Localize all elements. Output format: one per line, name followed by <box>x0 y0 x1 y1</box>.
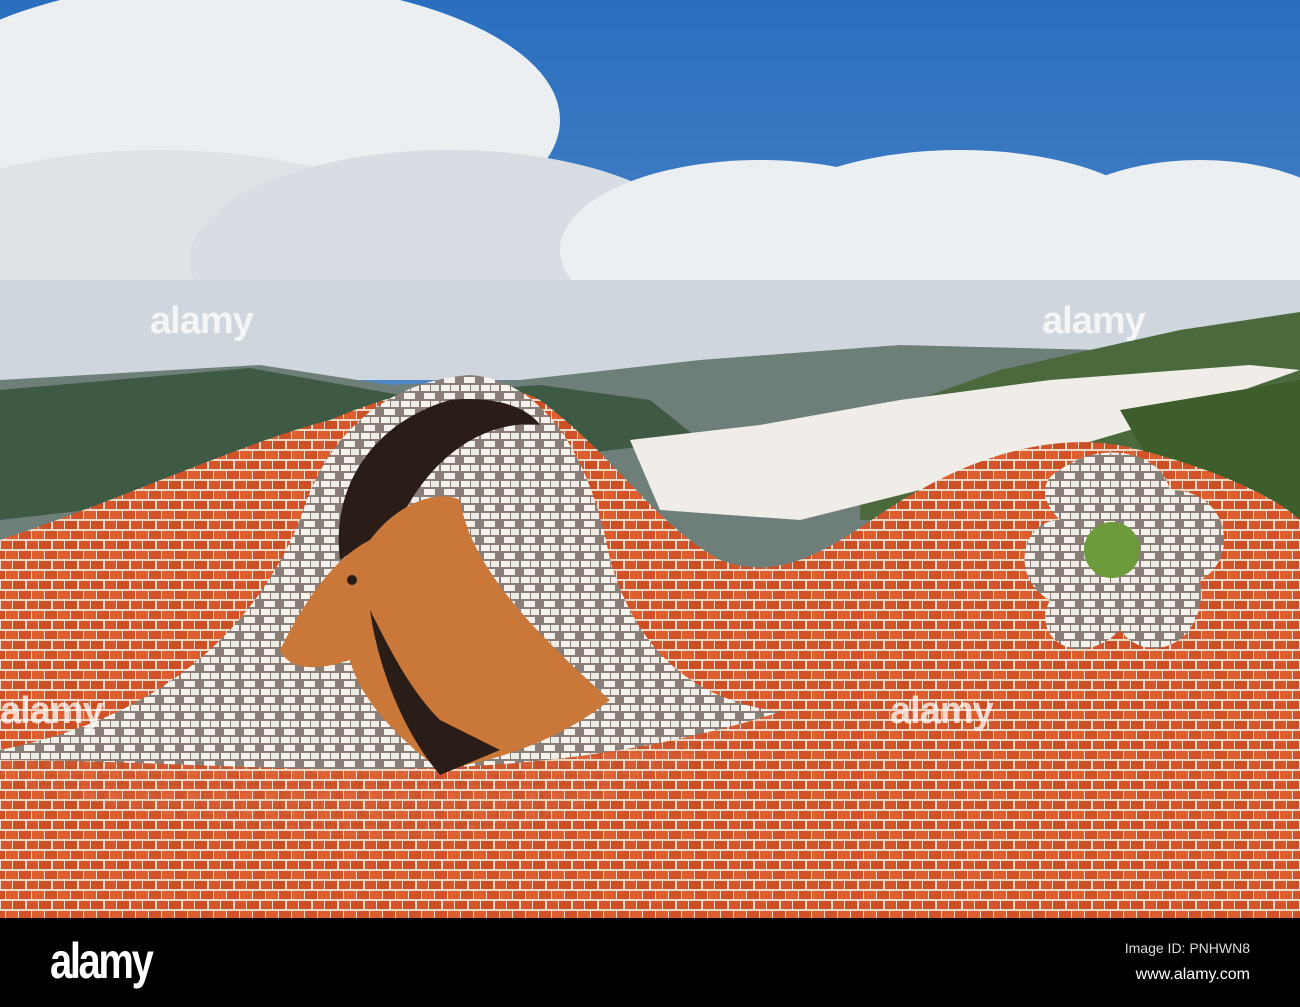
footer-bar: alamy Image ID: PNHWN8 www.alamy.com <box>0 918 1300 1007</box>
watermark: alamy <box>0 690 104 732</box>
alamy-logo: alamy <box>50 933 154 989</box>
photo <box>0 0 1300 918</box>
watermark: alamy <box>890 690 994 732</box>
image-id: Image ID: PNHWN8 <box>1124 940 1250 956</box>
site-url: www.alamy.com <box>1135 966 1250 983</box>
watermark: alamy <box>150 300 254 342</box>
watermark: alamy <box>1042 300 1146 342</box>
